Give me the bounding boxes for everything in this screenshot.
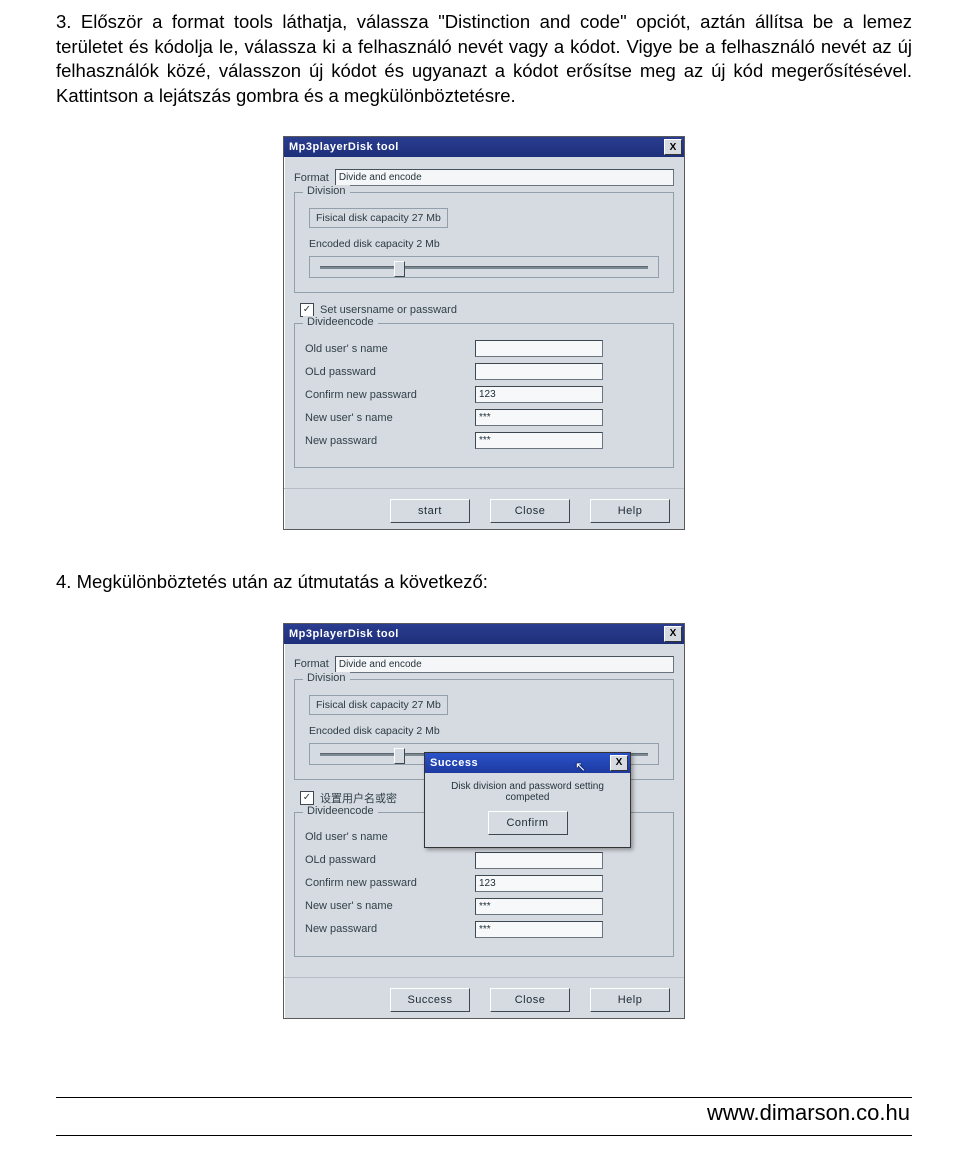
old-user-field[interactable] — [475, 340, 603, 357]
divide-encode-label: Divideencode — [303, 805, 378, 817]
old-password-field[interactable] — [475, 852, 603, 869]
new-password-field[interactable]: *** — [475, 921, 603, 938]
title-bar: Mp3playerDisk tool X — [284, 137, 684, 157]
division-label: Division — [303, 185, 350, 197]
division-group: Division Fisical disk capacity 27 Mb Enc… — [294, 192, 674, 293]
start-button[interactable]: start — [390, 499, 470, 523]
confirm-button[interactable]: Confirm — [488, 811, 568, 835]
close-button[interactable]: Close — [490, 499, 570, 523]
set-user-checkbox[interactable]: ✓ — [300, 791, 314, 805]
physical-capacity: Fisical disk capacity 27 Mb — [309, 695, 448, 715]
close-button[interactable]: Close — [490, 988, 570, 1012]
new-user-label: New user' s name — [305, 412, 475, 424]
set-user-label: 设置用户名或密 — [320, 790, 397, 806]
divide-encode-label: Divideencode — [303, 316, 378, 328]
confirm-password-label: Confirm new passward — [305, 877, 475, 889]
new-user-field[interactable]: *** — [475, 409, 603, 426]
old-password-label: OLd passward — [305, 366, 475, 378]
format-label: Format — [294, 172, 329, 184]
title-bar: Mp3playerDisk tool X — [284, 624, 684, 644]
footer-underline — [56, 1135, 912, 1136]
screenshot-1: Mp3playerDisk tool X Format Divide and e… — [56, 136, 912, 530]
division-label: Division — [303, 672, 350, 684]
paragraph-4: 4. Megkülönböztetés után az útmutatás a … — [56, 570, 912, 595]
set-user-label: Set usersname or passward — [320, 304, 457, 316]
close-icon[interactable]: X — [610, 755, 628, 771]
encoded-capacity: Encoded disk capacity 2 Mb — [309, 238, 659, 250]
modal-title: Success — [427, 757, 610, 769]
new-password-label: New passward — [305, 435, 475, 447]
success-button[interactable]: Success — [390, 988, 470, 1012]
screenshot-2: Mp3playerDisk tool X Format Divide and e… — [56, 623, 912, 1019]
modal-title-bar: Success X — [425, 753, 630, 773]
modal-message: Disk division and password setting compe… — [433, 781, 622, 803]
encoded-capacity: Encoded disk capacity 2 Mb — [309, 725, 659, 737]
format-dropdown[interactable]: Divide and encode — [335, 656, 674, 673]
confirm-password-field[interactable]: 123 — [475, 386, 603, 403]
help-button[interactable]: Help — [590, 988, 670, 1012]
old-password-label: OLd passward — [305, 854, 475, 866]
set-user-checkbox[interactable]: ✓ — [300, 303, 314, 317]
dialog-window: Mp3playerDisk tool X Format Divide and e… — [283, 136, 685, 530]
new-user-field[interactable]: *** — [475, 898, 603, 915]
paragraph-3: 3. Először a format tools láthatja, vála… — [56, 10, 912, 108]
format-dropdown[interactable]: Divide and encode — [335, 169, 674, 186]
window-title: Mp3playerDisk tool — [286, 628, 664, 640]
new-password-field[interactable]: *** — [475, 432, 603, 449]
page-footer: www.dimarson.co.hu — [56, 1095, 912, 1126]
dialog-window: Mp3playerDisk tool X Format Divide and e… — [283, 623, 685, 1019]
format-label: Format — [294, 658, 329, 670]
physical-capacity: Fisical disk capacity 27 Mb — [309, 208, 448, 228]
new-user-label: New user' s name — [305, 900, 475, 912]
new-password-label: New passward — [305, 923, 475, 935]
capacity-slider[interactable] — [309, 256, 659, 278]
confirm-password-field[interactable]: 123 — [475, 875, 603, 892]
old-user-label: Old user' s name — [305, 343, 475, 355]
close-icon[interactable]: X — [664, 626, 682, 642]
old-password-field[interactable] — [475, 363, 603, 380]
window-title: Mp3playerDisk tool — [286, 141, 664, 153]
divide-encode-group: Divideencode Old user' s name OLd passwa… — [294, 323, 674, 468]
confirm-password-label: Confirm new passward — [305, 389, 475, 401]
footer-url: www.dimarson.co.hu — [56, 1100, 912, 1126]
close-icon[interactable]: X — [664, 139, 682, 155]
help-button[interactable]: Help — [590, 499, 670, 523]
success-dialog: Success X Disk division and password set… — [424, 752, 631, 848]
